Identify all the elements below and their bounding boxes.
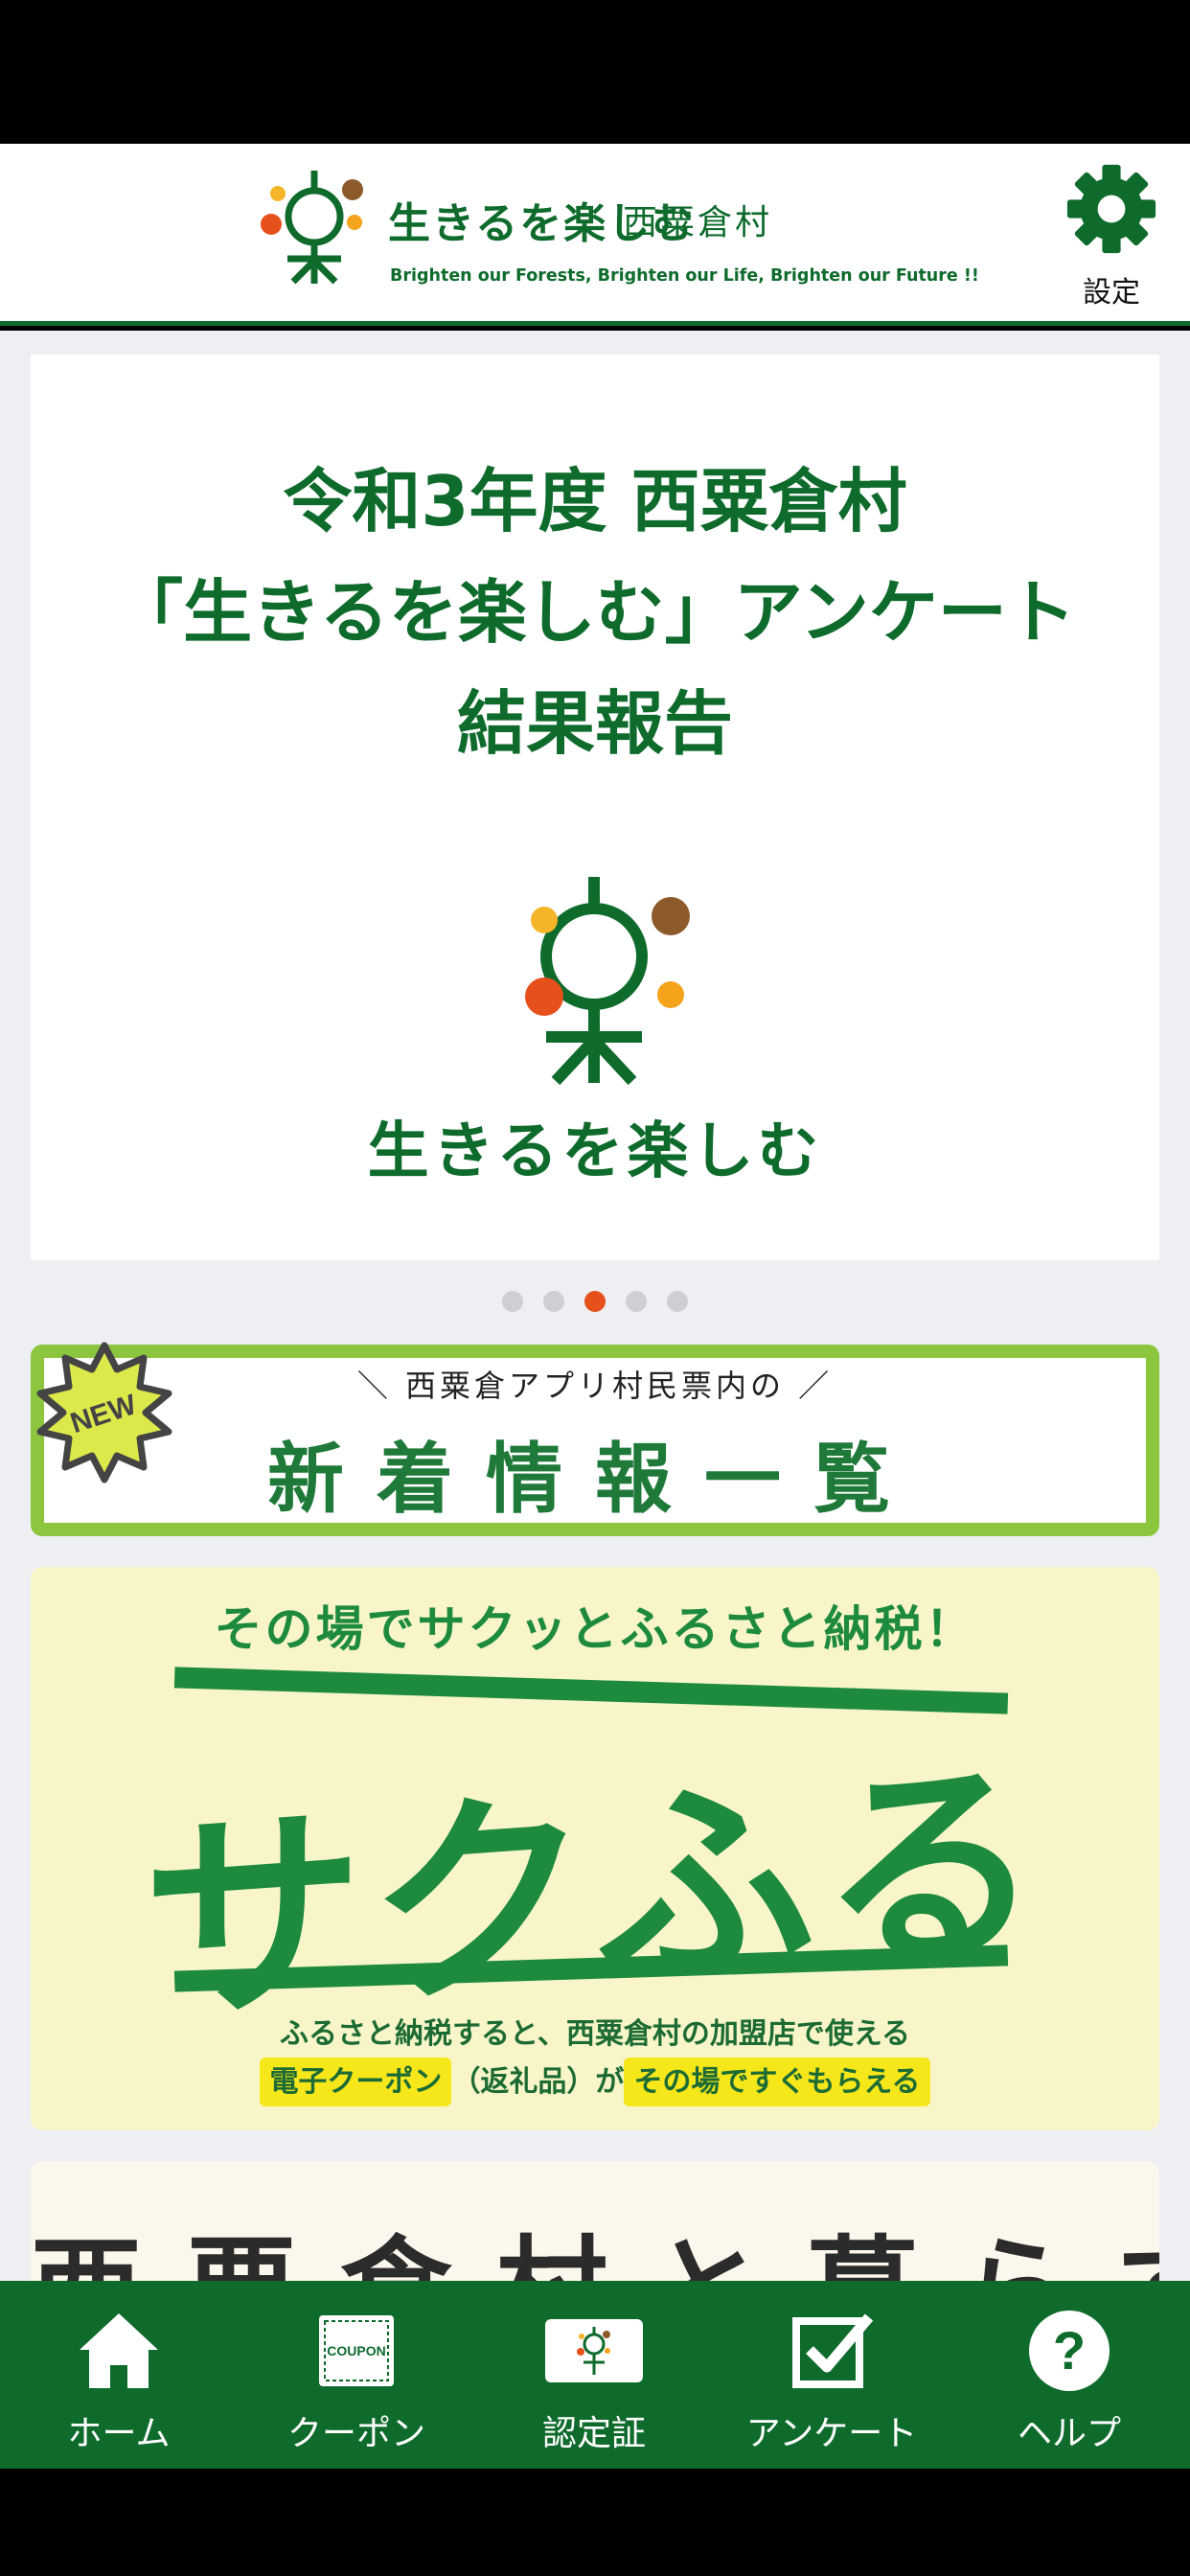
live-title: 西粟倉村と暮らす <box>31 2199 1159 2281</box>
sakufuru-description: ふるさと納税すると、西粟倉村の加盟店で使える <box>280 2017 910 2051</box>
svg-text:?: ? <box>1053 2320 1086 2380</box>
hero-title-line3: 結果報告 <box>456 683 733 764</box>
settings-label: 設定 <box>1083 276 1140 310</box>
carousel-dot[interactable] <box>667 1291 689 1312</box>
home-icon <box>80 2313 158 2388</box>
news-list-banner[interactable]: NEW ＼ 西粟倉アプリ村民票内の ／ 新着情報一覧 <box>31 1342 1159 1536</box>
coupon-icon-text: COUPON <box>327 2343 385 2358</box>
carousel-indicator[interactable] <box>0 1291 1190 1314</box>
hero-logo-text: 生きるを楽しむ <box>367 1116 823 1187</box>
certificate-icon <box>545 2319 643 2382</box>
hero-title: 令和3年度 西粟倉村 「生きるを楽しむ」アンケート 結果報告 <box>31 446 1159 779</box>
tab-home[interactable]: ホーム <box>0 2281 238 2469</box>
tab-coupon[interactable]: COUPON クーポン <box>238 2281 475 2469</box>
question-icon: ? <box>1029 2311 1110 2391</box>
header-tagline: Brighten our Forests, Brighten our Life,… <box>390 266 979 286</box>
home-indicator-area <box>0 2469 1190 2576</box>
highlight-instant: その場ですぐもらえる <box>624 2058 930 2106</box>
desc-middle: （返礼品）が <box>451 2065 625 2099</box>
status-bar <box>0 0 1190 144</box>
tab-label: ヘルプ <box>1017 2414 1121 2453</box>
settings-button[interactable]: 設定 <box>1054 163 1169 310</box>
app-header: 生きるを楽しむ 西粟倉村 Brighten our Forests, Brigh… <box>0 144 1190 326</box>
news-subtitle: ＼ 西粟倉アプリ村民票内の ／ <box>356 1368 834 1404</box>
tab-label: アンケート <box>745 2414 918 2453</box>
tab-survey[interactable]: アンケート <box>713 2281 950 2469</box>
hero-title-line2: 「生きるを楽しむ」アンケート <box>114 572 1076 653</box>
carousel-dot[interactable] <box>501 1291 523 1312</box>
tab-help[interactable]: ? ヘルプ <box>950 2281 1188 2469</box>
sakufuru-description-2: 電子クーポン （返礼品）が その場ですぐもらえる <box>31 2058 1159 2106</box>
sakufuru-banner[interactable]: その場でサクッとふるさと納税！ サクふる ふるさと納税すると、西粟倉村の加盟店で… <box>31 1567 1159 2130</box>
main-content: 令和3年度 西粟倉村 「生きるを楽しむ」アンケート 結果報告 生きるを楽しむ N… <box>0 331 1190 2281</box>
sakufuru-tagline: その場でサクッとふるさと納税！ <box>214 1601 976 1657</box>
tab-label: 認定証 <box>541 2414 646 2453</box>
header-logo[interactable]: 生きるを楽しむ 西粟倉村 Brighten our Forests, Brigh… <box>259 165 979 299</box>
coupon-icon: COUPON <box>319 2315 394 2386</box>
highlight-coupon: 電子クーポン <box>260 2058 452 2106</box>
checkbox-icon <box>792 2313 874 2388</box>
logo-mark-icon <box>261 171 363 285</box>
gear-icon <box>1066 164 1156 254</box>
carousel-dot[interactable] <box>626 1291 648 1312</box>
carousel-dot[interactable] <box>542 1291 564 1312</box>
header-subtitle: 西粟倉村 <box>623 203 773 242</box>
carousel-dot-active[interactable] <box>584 1291 606 1312</box>
hero-banner[interactable]: 令和3年度 西粟倉村 「生きるを楽しむ」アンケート 結果報告 生きるを楽しむ <box>31 355 1159 1260</box>
bottom-tab-bar: ホーム COUPON クーポン 認定証 アンケート ? ヘルプ <box>0 2281 1190 2469</box>
live-in-village-banner[interactable]: 西粟倉村と暮らす <box>31 2161 1159 2281</box>
tab-label: ホーム <box>67 2414 171 2453</box>
hero-title-line1: 令和3年度 西粟倉村 <box>283 461 907 541</box>
tab-label: クーポン <box>286 2414 425 2453</box>
news-title: 新着情報一覧 <box>267 1435 923 1524</box>
logo-mark-icon <box>525 877 690 1086</box>
tab-certificate[interactable]: 認定証 <box>475 2281 713 2469</box>
